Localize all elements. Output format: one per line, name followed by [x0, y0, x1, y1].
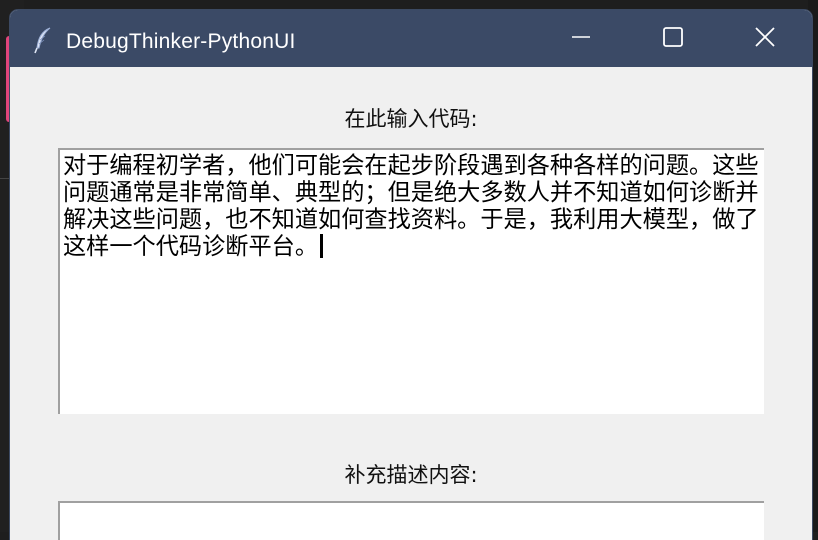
title-bar[interactable]: DebugThinker-PythonUI	[10, 10, 812, 67]
main-content: 在此输入代码: 对于编程初学者，他们可能会在起步阶段遇到各种各样的问题。这些问题…	[10, 67, 812, 540]
code-input-textarea[interactable]: 对于编程初学者，他们可能会在起步阶段遇到各种各样的问题。这些问题通常是非常简单、…	[58, 148, 764, 414]
close-button[interactable]	[742, 10, 788, 67]
app-window: DebugThinker-PythonUI 在此输入代码: 对于编程初学者，他们…	[10, 10, 812, 540]
code-input-value: 对于编程初学者，他们可能会在起步阶段遇到各种各样的问题。这些问题通常是非常简单、…	[63, 152, 759, 260]
close-icon	[754, 26, 776, 52]
maximize-button[interactable]	[650, 10, 696, 67]
feather-icon	[32, 26, 54, 54]
description-input-label: 补充描述内容:	[344, 463, 478, 487]
maximize-icon	[662, 26, 684, 52]
description-input-textarea[interactable]	[58, 501, 764, 540]
text-cursor	[320, 234, 324, 258]
minimize-button[interactable]	[558, 10, 604, 67]
code-input-label: 在此输入代码:	[344, 107, 478, 131]
code-input-text: 对于编程初学者，他们可能会在起步阶段遇到各种各样的问题。这些问题通常是非常简单、…	[63, 152, 763, 260]
minimize-icon	[571, 27, 591, 51]
window-title: DebugThinker-PythonUI	[66, 30, 296, 53]
